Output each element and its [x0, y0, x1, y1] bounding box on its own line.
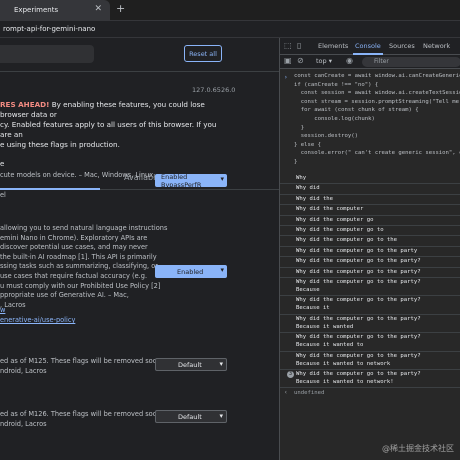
log-row: Why did the computer go to: [280, 226, 460, 237]
flag2-desc-line: ssing tasks such as summarizing, classif…: [0, 262, 158, 271]
flag4-select-value: Default: [178, 412, 202, 421]
log-row: Why did the computer go: [280, 216, 460, 226]
tab-console[interactable]: Console: [355, 42, 381, 50]
new-tab-button[interactable]: +: [116, 2, 125, 15]
sidebar-toggle-icon[interactable]: ▣: [284, 56, 292, 65]
undefined-result: undefined: [294, 390, 325, 396]
log-row: Why: [280, 174, 460, 185]
flag2-link-1[interactable]: w: [0, 306, 5, 314]
tab-strip: Experiments ✕ +: [0, 0, 460, 20]
console-toolbar: ▣ ⊘ top ▾ ◉ Filter: [280, 55, 460, 69]
flag2-desc-line: ppropriate use of Generative AI. – Mac,: [0, 291, 129, 300]
flag4-desc-1: ed as of M126. These flags will be remov…: [0, 410, 169, 418]
context-selector[interactable]: top ▾: [316, 57, 332, 65]
log-row: Why did the computer go to the party? Be…: [280, 333, 460, 352]
address-bar[interactable]: rompt-api-for-gemini-nano: [0, 21, 460, 37]
console-prompt-icon: ›: [284, 74, 288, 81]
chevron-down-icon: ▾: [219, 360, 223, 368]
device-toolbar-icon[interactable]: ▯: [297, 41, 301, 50]
code-line: const stream = session.promptStreaming("…: [294, 98, 460, 105]
code-line: if (canCreate !== "no") {: [294, 81, 379, 88]
flag3-select[interactable]: Default ▾: [155, 358, 227, 371]
log-row: Why did the computer: [280, 205, 460, 216]
console-output: › const canCreate = await window.ai.canC…: [280, 70, 460, 460]
log-row: Why did the computer go to the party?: [280, 268, 460, 278]
devtools-tabs: ⬚ ▯ Elements Console Sources Network: [280, 38, 460, 55]
log-row: Why did the computer go to the: [280, 236, 460, 247]
flag1-select-value: Enabled BypassPerfR: [161, 172, 202, 189]
warning-red-text: RES AHEAD!: [0, 100, 50, 109]
flags-header: Reset all: [0, 38, 279, 72]
code-line: for await (const chunk of stream) {: [294, 107, 419, 114]
flag3-desc-2: ndroid, Lacros: [0, 367, 47, 375]
search-flags-input[interactable]: [0, 45, 94, 63]
close-tab-icon[interactable]: ✕: [94, 4, 102, 14]
code-line: }: [294, 124, 305, 131]
inspect-icon[interactable]: ⬚: [284, 41, 292, 50]
flag2-desc-line: the built-in AI roadmap [1]. This API is…: [0, 252, 157, 261]
code-line: }: [294, 159, 298, 165]
flag2-desc-line: use cases that require factual accuracy …: [0, 272, 148, 280]
code-line: } else {: [294, 141, 321, 148]
flag2-desc-line: allowing you to send natural language in…: [0, 224, 168, 232]
flag3-select-value: Default: [178, 360, 202, 369]
warning-line-3: e using these flags in production.: [0, 140, 120, 149]
code-line: session.destroy(): [294, 133, 358, 140]
chevron-down-icon: ▾: [219, 412, 223, 420]
log-row: Why did the computer go to the party? Be…: [280, 315, 460, 334]
clear-console-icon[interactable]: ⊘: [297, 56, 304, 65]
chevron-down-icon: ▾: [220, 266, 224, 274]
flag1-desc-1: cute models on device. – Mac, Windows, L…: [0, 171, 156, 179]
flag2-desc-line: emini Nano in Chrome). Exploratory APIs …: [0, 233, 148, 242]
warning-text: RES AHEAD! By enabling these features, y…: [0, 100, 228, 150]
filter-placeholder: Filter: [374, 58, 389, 65]
reset-all-button[interactable]: Reset all: [184, 45, 222, 62]
tab-title: Experiments: [14, 6, 59, 14]
eye-icon[interactable]: ◉: [346, 56, 353, 65]
chevron-down-icon: ▾: [220, 175, 224, 183]
log-row: Why did the computer go to the party?: [280, 257, 460, 268]
flag2-select[interactable]: Enabled ▾: [155, 265, 227, 278]
tab-elements[interactable]: Elements: [318, 42, 348, 50]
log-row: Why did the computer go to the party? Be…: [280, 352, 460, 370]
log-row: Why did the computer go to the party? Be…: [280, 296, 460, 315]
flag2-desc-line: u must comply with our Prohibited Use Po…: [0, 281, 161, 290]
flags-page: Reset all 127.0.6526.0 RES AHEAD! By ena…: [0, 38, 279, 460]
chrome-version: 127.0.6526.0: [192, 86, 236, 94]
flag4-desc-2: ndroid, Lacros: [0, 420, 47, 428]
flag4-select[interactable]: Default ▾: [155, 410, 227, 423]
active-tab-indicator: [0, 188, 100, 190]
code-line: const session = await window.ai.createTe…: [294, 90, 460, 97]
flag3-desc-1: ed as of M125. These flags will be remov…: [0, 357, 169, 365]
log-row: Why did the computer go to the party? Be…: [280, 278, 460, 297]
result-arrow-icon: ‹: [284, 389, 288, 396]
tab-sources[interactable]: Sources: [389, 42, 415, 50]
log-row: Why did the computer go to the party: [280, 247, 460, 258]
flag2-link-2[interactable]: enerative-ai/use-policy: [0, 316, 75, 324]
toolbar: rompt-api-for-gemini-nano: [0, 20, 460, 38]
warning-line-2: cy. Enabled features apply to all users …: [0, 120, 217, 139]
url-text: rompt-api-for-gemini-nano: [3, 25, 96, 33]
flag1-select[interactable]: Enabled BypassPerfR ▾: [155, 172, 227, 189]
watermark: @稀土掘金技术社区: [382, 444, 454, 453]
code-line: const canCreate = await window.ai.canCre…: [294, 73, 460, 79]
code-line: console.error(" can't create generic ses…: [294, 150, 460, 157]
flag2-desc-line: discover potential use cases, and may ne…: [0, 243, 148, 252]
console-filter-input[interactable]: Filter: [362, 57, 460, 67]
log-row: Why did: [280, 184, 460, 195]
browser-tab[interactable]: Experiments ✕: [0, 0, 110, 20]
devtools-panel: ⬚ ▯ Elements Console Sources Network ▣ ⊘…: [279, 38, 460, 460]
tab-network[interactable]: Network: [423, 42, 450, 50]
flag2-select-value: Enabled: [177, 267, 204, 276]
flag1-title: e: [0, 160, 5, 168]
log-row: Why did the: [280, 195, 460, 206]
flag1-desc-2: el: [0, 191, 6, 199]
code-line: console.log(chunk): [294, 116, 375, 122]
final-log-row: Why did the computer go to the party? Be…: [280, 370, 460, 388]
